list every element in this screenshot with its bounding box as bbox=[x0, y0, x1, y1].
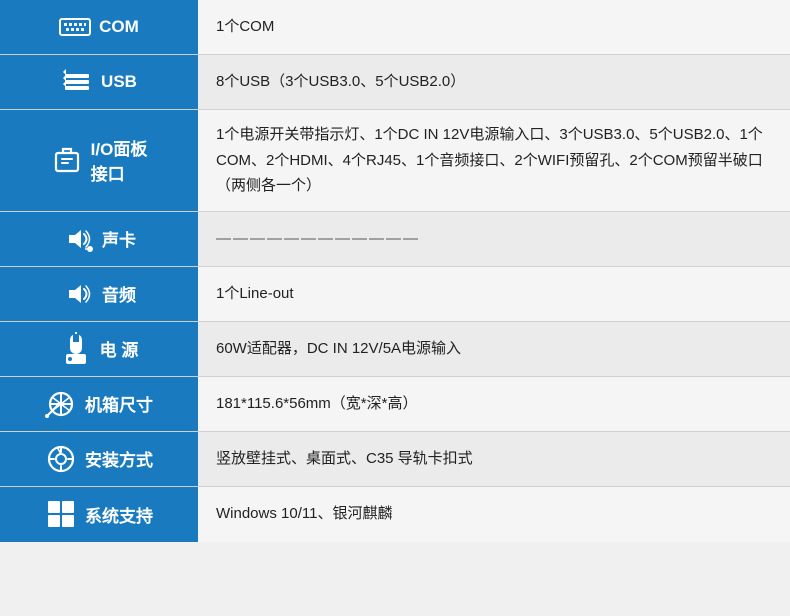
power-icon bbox=[60, 333, 92, 365]
label-text-power: 电 源 bbox=[100, 336, 139, 361]
label-casesize: 机箱尺寸 bbox=[0, 377, 198, 431]
row-power: 电 源 60W适配器，DC IN 12V/5A电源输入 bbox=[0, 322, 790, 377]
row-io: I/O面板 接口 1个电源开关带指示灯、1个DC IN 12V电源输入口、3个US… bbox=[0, 110, 790, 212]
sound-icon bbox=[62, 223, 94, 255]
value-usb: 8个USB（3个USB3.0、5个USB2.0） bbox=[198, 55, 790, 109]
audio-icon bbox=[62, 278, 94, 310]
label-text-os: 系统支持 bbox=[85, 502, 153, 527]
label-audio: 音频 bbox=[0, 267, 198, 321]
label-text-install: 安装方式 bbox=[85, 446, 153, 471]
row-soundcard: 声卡 ———————————— bbox=[0, 212, 790, 267]
spec-table: COM 1个COM USB 8个USB（3个USB3.0、5个USB2.0） I/O… bbox=[0, 0, 790, 542]
value-power: 60W适配器，DC IN 12V/5A电源输入 bbox=[198, 322, 790, 376]
os-icon bbox=[45, 498, 77, 530]
label-text-com: COM bbox=[99, 17, 139, 37]
row-os: 系统支持 Windows 10/11、银河麒麟 bbox=[0, 487, 790, 542]
label-io: I/O面板 接口 bbox=[0, 110, 198, 211]
label-text-usb: USB bbox=[101, 72, 137, 92]
io-icon bbox=[51, 144, 83, 176]
value-os: Windows 10/11、银河麒麟 bbox=[198, 487, 790, 542]
label-power: 电 源 bbox=[0, 322, 198, 376]
value-install: 竖放壁挂式、桌面式、C35 导轨卡扣式 bbox=[198, 432, 790, 486]
row-usb: USB 8个USB（3个USB3.0、5个USB2.0） bbox=[0, 55, 790, 110]
row-com: COM 1个COM bbox=[0, 0, 790, 55]
label-com: COM bbox=[0, 0, 198, 54]
row-audio: 音频 1个Line-out bbox=[0, 267, 790, 322]
value-soundcard: ———————————— bbox=[198, 212, 790, 266]
label-text-casesize: 机箱尺寸 bbox=[85, 391, 153, 416]
label-text-io: I/O面板 接口 bbox=[91, 135, 148, 185]
label-text-soundcard: 声卡 bbox=[102, 226, 136, 251]
label-install: 安装方式 bbox=[0, 432, 198, 486]
case-icon bbox=[45, 388, 77, 420]
row-install: 安装方式 竖放壁挂式、桌面式、C35 导轨卡扣式 bbox=[0, 432, 790, 487]
install-icon bbox=[45, 443, 77, 475]
value-com: 1个COM bbox=[198, 0, 790, 54]
value-io: 1个电源开关带指示灯、1个DC IN 12V电源输入口、3个USB3.0、5个U… bbox=[198, 110, 790, 211]
label-soundcard: 声卡 bbox=[0, 212, 198, 266]
com-icon bbox=[59, 11, 91, 43]
row-casesize: 机箱尺寸 181*115.6*56mm（宽*深*高） bbox=[0, 377, 790, 432]
label-os: 系统支持 bbox=[0, 487, 198, 542]
value-audio: 1个Line-out bbox=[198, 267, 790, 321]
usb-icon bbox=[61, 66, 93, 98]
label-text-audio: 音频 bbox=[102, 281, 136, 306]
value-casesize: 181*115.6*56mm（宽*深*高） bbox=[198, 377, 790, 431]
label-usb: USB bbox=[0, 55, 198, 109]
